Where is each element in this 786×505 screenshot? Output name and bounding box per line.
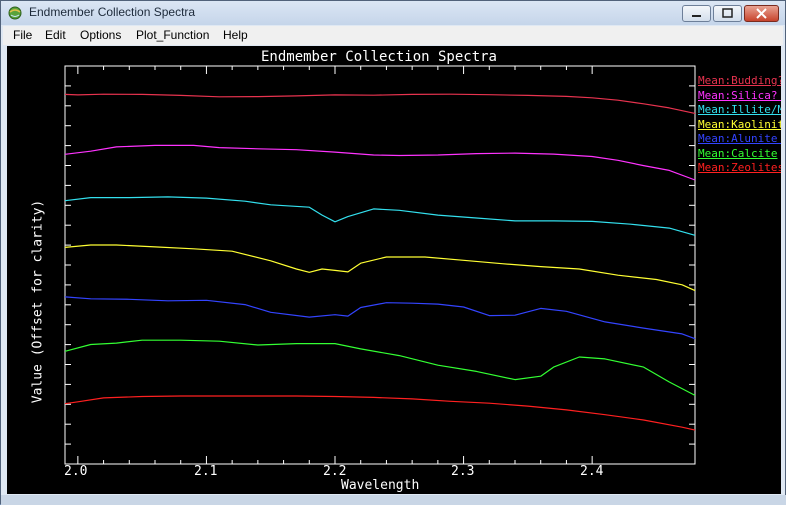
menu-help[interactable]: Help (223, 28, 248, 42)
series-line-5 (64, 296, 696, 340)
x-tick-label: 2.2 (323, 464, 347, 479)
menu-edit[interactable]: Edit (45, 28, 66, 42)
plot-frame (64, 65, 696, 465)
series-line-2 (64, 144, 696, 181)
x-tick-label: 2.0 (64, 464, 88, 479)
legend-entry[interactable]: Mean:Alunite ? (698, 132, 781, 145)
close-button[interactable] (744, 5, 779, 22)
minimize-button[interactable] (682, 5, 711, 22)
x-tick-label: 2.1 (194, 464, 218, 479)
legend-entry[interactable]: Mean:Kaolinite (698, 118, 781, 131)
menu-options[interactable]: Options (80, 28, 121, 42)
legend-entry[interactable]: Mean:Budding? (698, 74, 781, 87)
series-line-7 (64, 395, 696, 431)
series-line-6 (64, 339, 696, 396)
maximize-icon (722, 8, 733, 18)
x-tick-label: 2.4 (580, 464, 604, 479)
x-tick-label: 2.3 (451, 464, 475, 479)
maximize-button[interactable] (713, 5, 742, 22)
menu-bar: File Edit Options Plot_Function Help (3, 26, 783, 45)
x-axis-label: Wavelength (341, 478, 420, 493)
legend-entry[interactable]: Mean:Calcite (698, 147, 777, 160)
close-icon (756, 8, 767, 19)
envi-globe-icon (8, 6, 22, 20)
plot-area[interactable]: Endmember Collection Spectra Wavelength … (7, 46, 781, 494)
title-bar[interactable]: Endmember Collection Spectra (1, 1, 785, 25)
app-window: Endmember Collection Spectra File Edit O… (0, 0, 786, 505)
y-axis-label: Value (Offset for clarity) (30, 199, 46, 404)
spectra-chart[interactable] (7, 46, 781, 494)
minimize-icon (692, 15, 701, 17)
menu-plot-function[interactable]: Plot_Function (136, 28, 209, 42)
legend-entry[interactable]: Mean:Silica? ( (698, 89, 781, 102)
series-line-1 (64, 93, 696, 114)
legend-entry[interactable]: Mean:Zeolites (698, 161, 781, 174)
series-line-3 (64, 196, 696, 236)
legend-entry[interactable]: Mean:Illite/Mu (698, 103, 781, 116)
window-title: Endmember Collection Spectra (29, 5, 196, 19)
series-line-4 (64, 244, 696, 292)
menu-file[interactable]: File (13, 28, 32, 42)
